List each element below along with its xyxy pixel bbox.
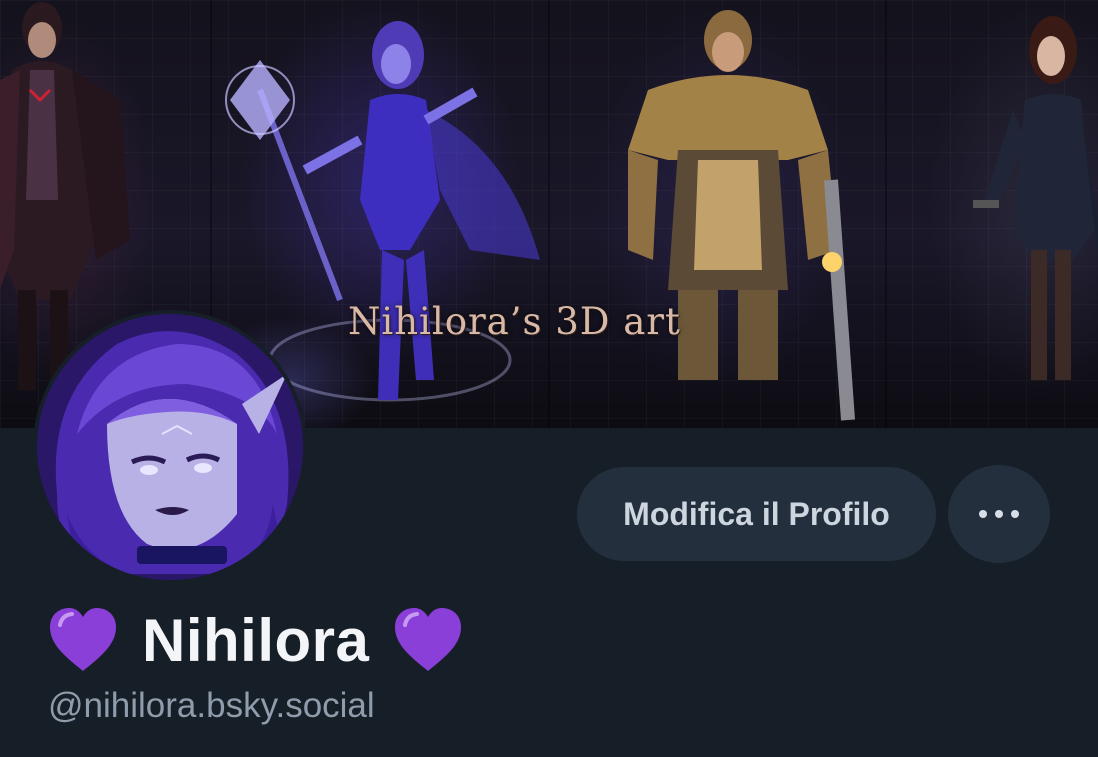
- purple-heart-icon: [50, 608, 116, 671]
- avatar-portrait-image: [37, 314, 303, 580]
- banner-character-rogue: [973, 16, 1098, 380]
- display-name-row: Nihilora: [46, 600, 465, 680]
- profile-handle: @nihilora.bsky.social: [48, 686, 375, 725]
- purple-heart-icon: [395, 608, 462, 671]
- profile-avatar[interactable]: [33, 310, 307, 584]
- edit-profile-button[interactable]: Modifica il Profilo: [577, 467, 936, 561]
- display-name: Nihilora: [142, 606, 370, 674]
- profile-page: Nihilora’s 3D art Modifica il Profilo Ni…: [0, 0, 1098, 757]
- banner-title-text: Nihilora’s 3D art: [348, 300, 681, 343]
- banner-character-knight: [628, 10, 855, 421]
- more-options-button[interactable]: [948, 465, 1050, 563]
- ellipsis-icon: [979, 510, 1019, 518]
